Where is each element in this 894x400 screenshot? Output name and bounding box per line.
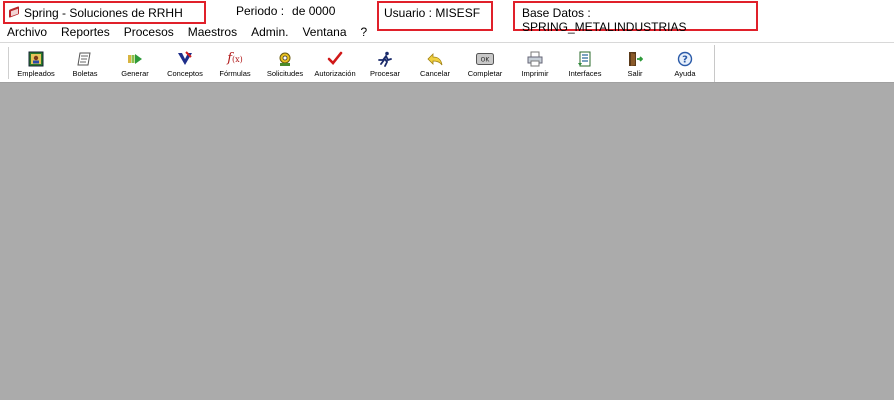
toolbar-button-procesar[interactable]: Procesar (360, 48, 410, 82)
formula-icon: f(x) (227, 50, 243, 66)
app-title-box: Spring - Soluciones de RRHH (3, 1, 206, 24)
toolbar-label: Empleados (17, 69, 55, 78)
svg-text:?: ? (682, 55, 688, 66)
generate-icon (126, 50, 144, 68)
toolbar-label: Salir (627, 69, 643, 78)
toolbar-label: Procesar (369, 69, 400, 78)
toolbar-divider (714, 45, 715, 82)
help-icon: ? (676, 50, 694, 68)
toolbar-label: Completar (467, 69, 503, 78)
toolbar-label: Ayuda (674, 69, 696, 78)
menu-bar: Archivo Reportes Procesos Maestros Admin… (0, 24, 894, 41)
toolbar-button-generar[interactable]: Generar (110, 48, 160, 82)
toolbar-label: Conceptos (167, 69, 203, 78)
toolbar-button-autorizacion[interactable]: Autorización (310, 48, 360, 82)
menu-admin[interactable]: Admin. (244, 24, 295, 41)
menu-maestros[interactable]: Maestros (181, 24, 244, 41)
menu-ventana[interactable]: Ventana (295, 24, 353, 41)
concepts-icon (176, 50, 194, 68)
toolbar: Empleados Boletas Generar Conceptos f(x)… (0, 42, 894, 83)
spring-book-icon (9, 7, 20, 18)
checkmark-icon (326, 50, 344, 68)
toolbar-label: Cancelar (419, 69, 450, 78)
menu-archivo[interactable]: Archivo (0, 24, 54, 41)
period-label: Periodo : (236, 4, 285, 18)
toolbar-button-completar[interactable]: OK Completar (460, 48, 510, 82)
period-display: Periodo : de 0000 (236, 4, 335, 18)
exit-door-icon (626, 50, 644, 68)
toolbar-label: Interfaces (568, 69, 602, 78)
toolbar-label: Generar (121, 69, 149, 78)
toolbar-button-conceptos[interactable]: Conceptos (160, 48, 210, 82)
period-value: de 0000 (292, 4, 336, 18)
toolbar-button-formulas[interactable]: f(x) Fórmulas (210, 48, 260, 82)
toolbar-button-interfaces[interactable]: Interfaces (560, 48, 610, 82)
toolbar-button-ayuda[interactable]: ? Ayuda (660, 48, 710, 82)
toolbar-button-cancelar[interactable]: Cancelar (410, 48, 460, 82)
employees-icon (27, 50, 45, 68)
toolbar-button-solicitudes[interactable]: Solicitudes (260, 48, 310, 82)
title-bar: Spring - Soluciones de RRHH Periodo : de … (0, 0, 894, 34)
runner-icon (376, 50, 394, 68)
toolbar-button-imprimir[interactable]: Imprimir (510, 48, 560, 82)
undo-icon (426, 50, 444, 68)
menu-procesos[interactable]: Procesos (117, 24, 181, 41)
mdi-workspace[interactable] (0, 83, 894, 400)
interfaces-icon (576, 50, 594, 68)
toolbar-label: Autorización (314, 69, 356, 78)
toolbar-button-salir[interactable]: Salir (610, 48, 660, 82)
user-label: Usuario : MISESF (384, 6, 481, 20)
toolbar-label: Imprimir (521, 69, 549, 78)
toolbar-button-boletas[interactable]: Boletas (60, 48, 110, 82)
toolbar-label: Fórmulas (219, 69, 251, 78)
svg-text:OK: OK (481, 57, 491, 64)
printer-icon (526, 50, 544, 68)
menu-help[interactable]: ? (354, 24, 375, 41)
ok-icon: OK (476, 50, 494, 68)
requests-icon (276, 50, 294, 68)
toolbar-button-empleados[interactable]: Empleados (11, 48, 61, 82)
toolbar-label: Solicitudes (266, 69, 304, 78)
app-title: Spring - Soluciones de RRHH (24, 5, 183, 20)
menu-reportes[interactable]: Reportes (54, 24, 117, 41)
payslip-icon (76, 50, 94, 68)
toolbar-label: Boletas (72, 69, 98, 78)
